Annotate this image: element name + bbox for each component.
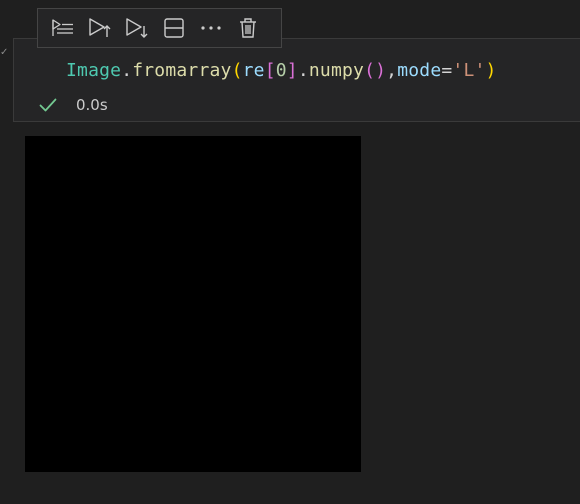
code-token-bracket-close: ]: [286, 60, 298, 81]
code-token-variable: re: [242, 60, 265, 81]
code-token-method: numpy: [308, 60, 365, 81]
split-cell-icon: [163, 17, 185, 39]
code-token-comma: ,: [386, 60, 398, 81]
run-by-line-button[interactable]: [44, 13, 81, 43]
notebook-code-cell[interactable]: Image.fromarray(re[0].numpy(),mode='L') …: [13, 38, 580, 122]
code-token-dot: .: [121, 60, 133, 81]
code-token-class: Image: [66, 60, 122, 81]
execute-below-icon: [125, 17, 149, 39]
cell-collapse-marker[interactable]: ✓: [0, 48, 8, 58]
delete-cell-button[interactable]: [229, 13, 266, 43]
code-token-paren-close: ): [485, 60, 497, 81]
code-token-kwarg: mode: [397, 60, 442, 81]
code-token-equals: =: [441, 60, 453, 81]
code-token-function: fromarray: [132, 60, 232, 81]
execution-status: 0.0s: [38, 95, 108, 115]
cell-toolbar: [37, 8, 282, 48]
code-token-dot: .: [297, 60, 309, 81]
code-token-index: 0: [275, 60, 287, 81]
delete-cell-icon: [238, 17, 258, 39]
execute-above-icon: [88, 17, 112, 39]
more-actions-icon: [200, 25, 222, 31]
split-cell-button[interactable]: [155, 13, 192, 43]
code-token-bracket-open: [: [264, 60, 276, 81]
code-token-call-parens: (): [364, 60, 387, 81]
execute-above-button[interactable]: [81, 13, 118, 43]
run-by-line-icon: [51, 18, 75, 38]
code-token-paren-open: (: [231, 60, 243, 81]
code-editor-line[interactable]: Image.fromarray(re[0].numpy(),mode='L'): [66, 59, 497, 83]
output-image: [25, 136, 361, 472]
more-actions-button[interactable]: [192, 13, 229, 43]
execution-time: 0.0s: [76, 96, 108, 114]
check-icon: [38, 95, 58, 115]
code-token-string: 'L': [452, 60, 486, 81]
execute-below-button[interactable]: [118, 13, 155, 43]
